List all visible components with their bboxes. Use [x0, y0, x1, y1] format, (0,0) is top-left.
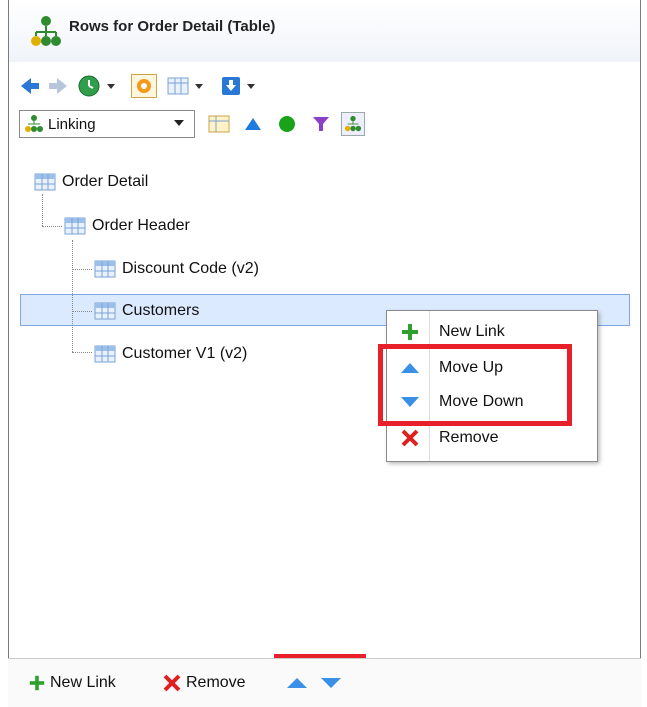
tree-node-label: Discount Code (v2) [122, 260, 259, 277]
tree-node-label: Customers [122, 302, 200, 319]
tree-connector [72, 240, 73, 352]
status-button[interactable] [275, 112, 299, 136]
menu-item-new-link[interactable]: New Link [387, 315, 597, 349]
filter-button[interactable] [309, 112, 333, 136]
export-button[interactable] [221, 74, 257, 98]
triangle-up-icon [399, 357, 421, 379]
remove-label: Remove [186, 674, 246, 691]
tree-node-grandchild[interactable]: Customers [94, 295, 199, 327]
navigation-bar [9, 70, 640, 102]
menu-item-move-up[interactable]: Move Up [387, 351, 597, 385]
bottom-toolbar: New Link Remove [8, 658, 641, 707]
table-icon [208, 115, 230, 133]
plus-icon [399, 321, 421, 343]
new-link-button[interactable]: New Link [28, 669, 116, 697]
menu-item-move-down[interactable]: Move Down [387, 385, 597, 419]
tree-node-grandchild[interactable]: Customer V1 (v2) [94, 338, 247, 370]
table-icon [167, 77, 189, 95]
hierarchy-icon [25, 115, 43, 132]
sort-button[interactable] [241, 112, 265, 136]
table-icon [94, 345, 116, 363]
tree-connector [72, 269, 92, 270]
table-icon [34, 173, 56, 191]
tree-connector [42, 226, 62, 227]
triangle-up-icon [287, 678, 307, 688]
view-button[interactable] [167, 74, 205, 98]
tree-node-label: Order Detail [62, 173, 149, 190]
triangle-down-icon [399, 391, 421, 413]
filter-icon [313, 117, 329, 131]
tree-node-root[interactable]: Order Detail [34, 166, 148, 198]
hierarchy-icon [344, 115, 362, 132]
tree-connector [42, 194, 43, 226]
red-x-icon [399, 427, 421, 449]
green-circle-icon [279, 116, 295, 132]
tree-node-child[interactable]: Order Header [64, 210, 190, 242]
menu-item-label: Remove [439, 429, 499, 446]
view-mode-value: Linking [48, 115, 96, 133]
chevron-down-icon [247, 84, 255, 89]
context-menu: New Link Move Up Move Down Remove [386, 310, 598, 462]
menu-item-remove[interactable]: Remove [387, 421, 597, 455]
move-down-button[interactable] [320, 669, 342, 697]
chevron-down-icon [195, 84, 203, 89]
table-view-button[interactable] [207, 112, 231, 136]
arrow-left-icon [21, 78, 39, 94]
tree-connector [72, 352, 92, 353]
tree-node-grandchild[interactable]: Discount Code (v2) [94, 253, 259, 285]
back-button[interactable] [19, 74, 41, 98]
triangle-down-icon [321, 678, 341, 688]
triangle-up-icon [245, 118, 261, 130]
window-title: Rows for Order Detail (Table) [69, 18, 276, 35]
download-icon [222, 77, 240, 95]
table-icon [64, 217, 86, 235]
title-bar: Rows for Order Detail (Table) [9, 0, 640, 62]
menu-item-label: Move Down [439, 393, 524, 410]
view-mode-select[interactable]: Linking [19, 110, 195, 138]
gear-icon [137, 79, 151, 93]
tree-node-label: Order Header [92, 217, 190, 234]
settings-button[interactable] [131, 74, 157, 98]
red-x-icon [163, 674, 181, 692]
plus-icon [29, 675, 45, 691]
tree-node-label: Customer V1 (v2) [122, 345, 248, 362]
hierarchy-icon [31, 16, 61, 46]
arrow-right-icon [49, 78, 67, 94]
table-icon [94, 260, 116, 278]
remove-button[interactable]: Remove [162, 669, 246, 697]
chevron-down-icon [174, 120, 184, 126]
chevron-down-icon [107, 84, 115, 89]
new-link-label: New Link [50, 674, 116, 691]
forward-button[interactable] [47, 74, 69, 98]
history-button[interactable] [77, 74, 117, 98]
view-toolbar: Linking [9, 108, 640, 144]
tree-connector [72, 311, 92, 312]
clock-icon [78, 75, 100, 97]
menu-item-label: Move Up [439, 359, 504, 376]
menu-item-label: New Link [439, 323, 505, 340]
table-icon [94, 302, 116, 320]
linking-view-button[interactable] [341, 112, 365, 136]
move-up-button[interactable] [286, 669, 308, 697]
